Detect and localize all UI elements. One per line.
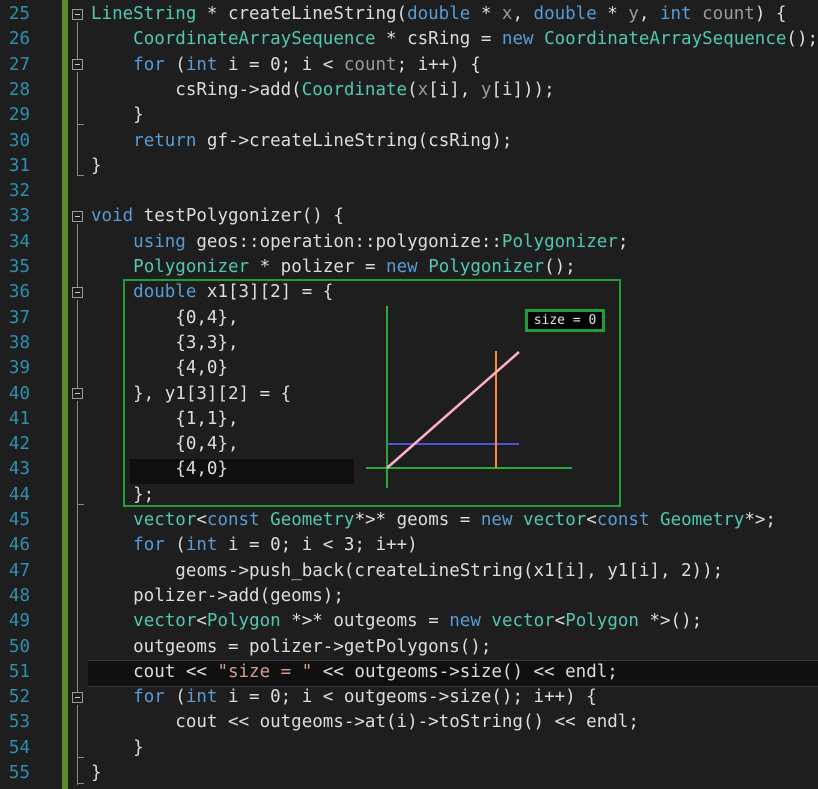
geometry-preview-plot <box>366 306 572 488</box>
size-output-label: size = 0 <box>525 309 605 332</box>
pink-line <box>386 351 520 469</box>
